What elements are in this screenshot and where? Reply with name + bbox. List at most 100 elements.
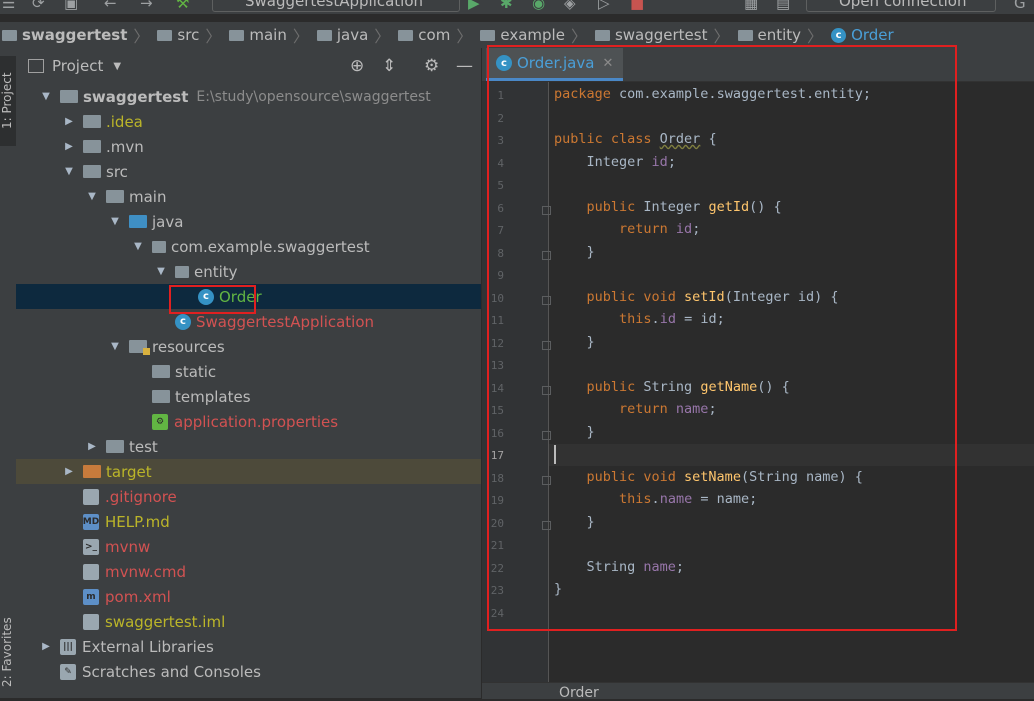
breadcrumb-item-main[interactable]: main 〉 (227, 23, 315, 47)
main-toolbar: ☰ ⟳ ▣ ← → ⚒ SwaggertestApplication ▶ ✱ ◉… (0, 0, 1034, 14)
stop-icon[interactable]: ■ (630, 0, 644, 12)
breadcrumb-label: swaggertest (614, 26, 708, 44)
breadcrumb-label: Order (851, 26, 894, 44)
project-tool-tab[interactable]: 1: Project (0, 56, 16, 146)
breadcrumb-item-order[interactable]: c Order (829, 26, 894, 44)
attach-icon[interactable]: ▷ (598, 0, 610, 12)
menu-icon[interactable]: ☰ (2, 0, 15, 12)
folder-icon (83, 115, 101, 128)
refresh-icon[interactable]: ⟳ (32, 0, 45, 12)
chevron-right-icon: 〉 (807, 27, 824, 46)
project-panel: Project ▼ ⊕ ⇕ ⚙ — ▼ swaggertest E:\study\o… (16, 48, 482, 698)
tree-item-com-example-swaggertest[interactable]: ▼ com.example.swaggertest (16, 234, 481, 259)
chevron-right-icon[interactable]: ▶ (63, 141, 75, 152)
run-icon[interactable]: ▶ (468, 0, 480, 12)
folder-icon (83, 140, 101, 153)
folder-icon (157, 29, 173, 41)
coverage-icon[interactable]: ◉ (532, 0, 545, 12)
forward-icon[interactable]: → (140, 0, 153, 12)
folder-icon (737, 29, 753, 41)
tree-item-label: External Libraries (82, 637, 214, 656)
tree-item-src[interactable]: ▼ src (16, 159, 481, 184)
chevron-down-icon[interactable]: ▼ (113, 61, 121, 72)
tree-item-resources[interactable]: ▼ resources (16, 334, 481, 359)
breadcrumb-item-com[interactable]: com 〉 (396, 23, 478, 47)
breadcrumb-item-swaggertest[interactable]: swaggertest 〉 (0, 23, 155, 47)
tree-item-mvn[interactable]: ▶ .mvn (16, 134, 481, 159)
footer-crumb-order[interactable]: Order (559, 685, 599, 701)
collapse-all-icon[interactable]: ⇕ (382, 56, 396, 76)
chevron-right-icon: 〉 (133, 27, 150, 46)
back-icon[interactable]: ← (104, 0, 117, 12)
chevron-down-icon[interactable]: ▼ (109, 341, 121, 352)
project-view-icon (28, 59, 44, 73)
favorites-tool-tab[interactable]: 2: Favorites (0, 608, 16, 696)
chevron-down-icon[interactable]: ▼ (86, 191, 98, 202)
tree-item-templates[interactable]: templates (16, 384, 481, 409)
tree-item-mvnw-cmd[interactable]: mvnw.cmd (16, 559, 481, 584)
tree-item-pom-xml[interactable]: m pom.xml (16, 584, 481, 609)
hide-icon[interactable]: — (456, 56, 473, 76)
project-view-title[interactable]: Project (52, 57, 103, 75)
tree-item-help-md[interactable]: MD HELP.md (16, 509, 481, 534)
tree-item-label: HELP.md (105, 512, 170, 531)
profile-icon[interactable]: ◈ (564, 0, 576, 12)
tree-item-swaggertest[interactable]: ▼ swaggertest E:\study\opensource\swaggert… (16, 84, 481, 109)
breadcrumb-item-example[interactable]: example 〉 (478, 23, 593, 47)
folder-icon (229, 29, 245, 41)
chevron-right-icon[interactable]: ▶ (63, 116, 75, 127)
project-panel-header: Project ▼ ⊕ ⇕ ⚙ — (16, 48, 481, 84)
tree-item-label: application.properties (174, 412, 339, 431)
tree-item-swaggertest-iml[interactable]: swaggertest.iml (16, 609, 481, 634)
save-icon[interactable]: ▣ (64, 0, 78, 12)
tree-item-label: .mvn (106, 137, 144, 156)
open-connection-select[interactable]: Open connection (806, 0, 996, 12)
chevron-down-icon[interactable]: ▼ (109, 216, 121, 227)
locate-icon[interactable]: ⊕ (350, 56, 364, 76)
package-icon (175, 265, 189, 278)
database-icon[interactable]: ▤ (776, 0, 790, 12)
chevron-down-icon[interactable]: ▼ (63, 166, 75, 177)
tree-item-java[interactable]: ▼ java (16, 209, 481, 234)
chevron-down-icon[interactable]: ▼ (132, 241, 144, 252)
chevron-down-icon[interactable]: ▼ (155, 266, 167, 277)
gear-icon[interactable]: ⚙ (424, 56, 439, 76)
tree-item-test[interactable]: ▶ test (16, 434, 481, 459)
folder-icon (152, 390, 170, 403)
terminal-icon: >_ (83, 538, 99, 555)
tree-item-gitignore[interactable]: .gitignore (16, 484, 481, 509)
tree-item-external-libraries[interactable]: ▶ ||| External Libraries (16, 634, 481, 659)
tree-item-application-properties[interactable]: ⚙ application.properties (16, 409, 481, 434)
layout-icon[interactable]: ▦ (744, 0, 758, 12)
tree-item-idea[interactable]: ▶ .idea (16, 109, 481, 134)
run-configuration-label: SwaggertestApplication (245, 0, 424, 10)
folder-icon (152, 365, 170, 378)
run-configuration-select[interactable]: SwaggertestApplication (212, 0, 460, 12)
left-tool-stripe: 1: Project 2: Favorites (0, 48, 17, 698)
chevron-right-icon[interactable]: ▶ (40, 641, 52, 652)
highlight-editor-box (487, 45, 957, 631)
tree-item-mvnw[interactable]: >_ mvnw (16, 534, 481, 559)
tree-item-label: main (129, 187, 167, 206)
breadcrumb-item-src[interactable]: src 〉 (155, 23, 227, 47)
chevron-right-icon[interactable]: ▶ (86, 441, 98, 452)
scratches-icon: ✎ (60, 663, 76, 680)
tree-item-static[interactable]: static (16, 359, 481, 384)
overflow-icon[interactable]: G (1014, 0, 1026, 12)
tree-item-main[interactable]: ▼ main (16, 184, 481, 209)
build-icon[interactable]: ⚒ (176, 0, 189, 12)
chevron-right-icon[interactable]: ▶ (63, 466, 75, 477)
tree-item-scratches-and-consoles[interactable]: ✎ Scratches and Consoles (16, 659, 481, 684)
spring-boot-class-icon: c (175, 313, 191, 330)
chevron-right-icon: 〉 (570, 27, 587, 46)
chevron-down-icon[interactable]: ▼ (40, 91, 52, 102)
resources-folder-icon (129, 340, 150, 355)
breadcrumb-item-entity[interactable]: entity 〉 (736, 23, 830, 47)
tree-item-entity[interactable]: ▼ entity (16, 259, 481, 284)
breadcrumb-item-java[interactable]: java 〉 (315, 23, 396, 47)
breadcrumb-item-swaggertest[interactable]: swaggertest 〉 (593, 23, 736, 47)
tree-item-target[interactable]: ▶ target (16, 459, 481, 484)
debug-icon[interactable]: ✱ (500, 0, 513, 12)
spring-properties-icon: ⚙ (152, 413, 168, 430)
folder-icon (594, 29, 610, 41)
